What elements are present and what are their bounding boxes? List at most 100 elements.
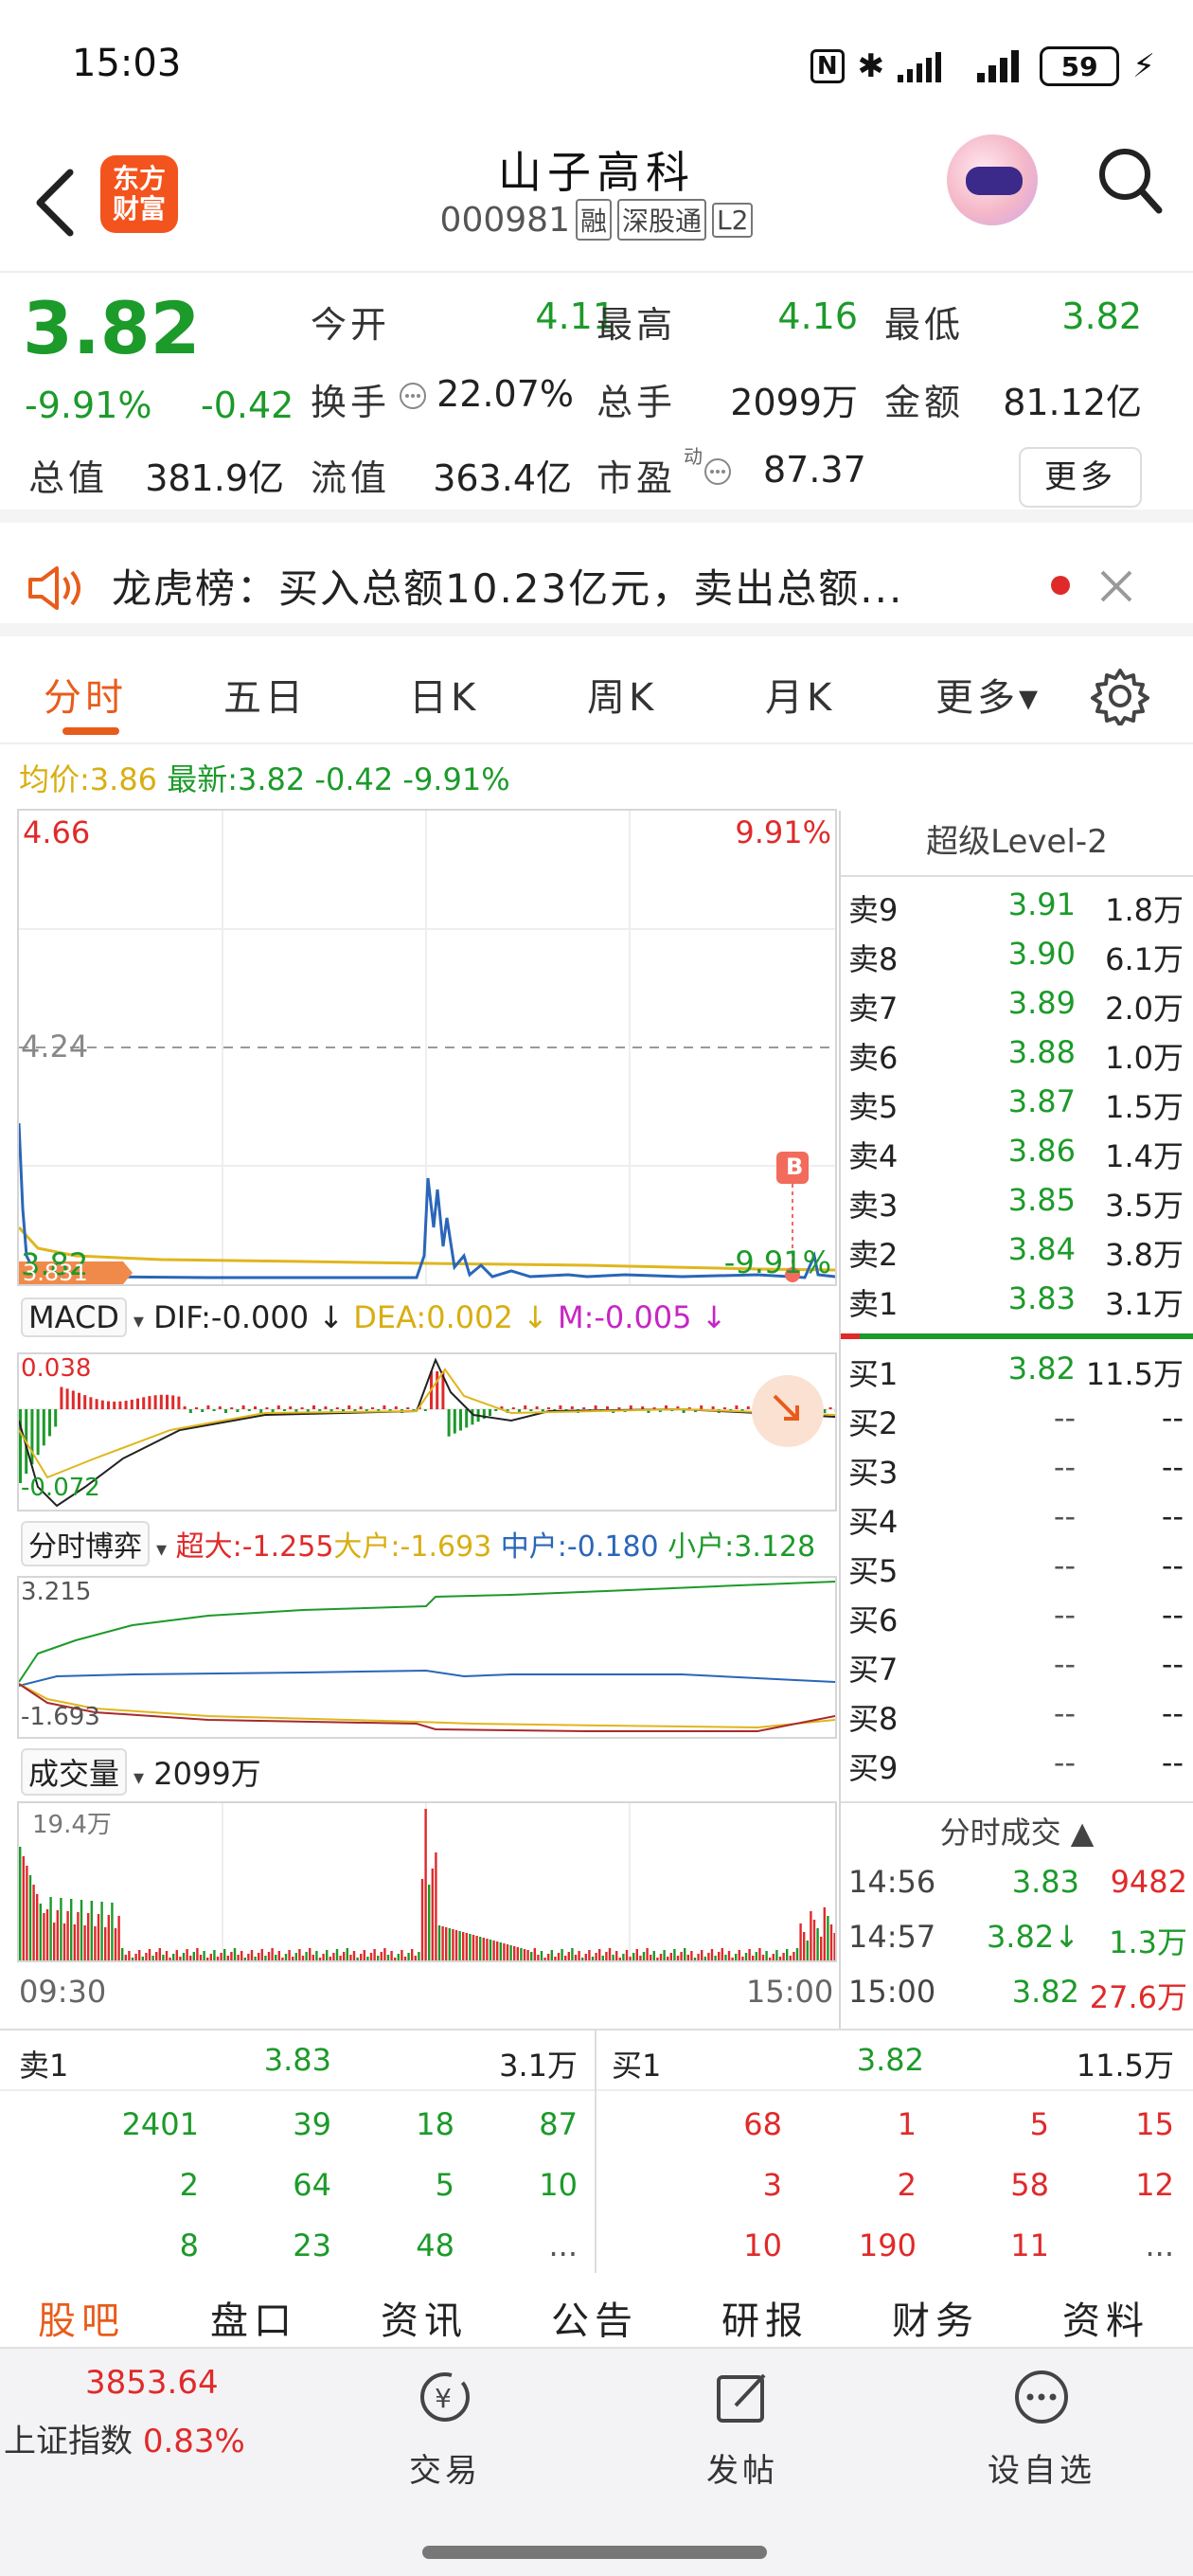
tab-guba[interactable]: 股吧 bbox=[38, 2290, 125, 2345]
bid-row[interactable]: 买7 -- -- bbox=[841, 1646, 1193, 1695]
volume-bar bbox=[550, 1950, 553, 1960]
ask-row[interactable]: 卖2 3.84 3.8万 bbox=[841, 1231, 1193, 1280]
bid-row[interactable]: 买4 -- -- bbox=[841, 1498, 1193, 1547]
nav-post[interactable]: 发帖 bbox=[667, 2368, 818, 2491]
trade-row: 14:56 3.83 9482 bbox=[841, 1864, 1193, 1913]
volume-bar bbox=[537, 1955, 540, 1960]
nav-post-label: 发帖 bbox=[706, 2452, 778, 2490]
ask-row[interactable]: 卖4 3.86 1.4万 bbox=[841, 1133, 1193, 1182]
tab-more[interactable]: 更多▾ bbox=[935, 667, 1042, 722]
tab-research[interactable]: 研报 bbox=[721, 2290, 809, 2345]
volume-chart[interactable]: 19.4万 bbox=[17, 1801, 837, 1962]
gear-icon[interactable] bbox=[1091, 667, 1149, 725]
tab-intraday[interactable]: 分时 bbox=[44, 667, 127, 722]
home-indicator[interactable] bbox=[422, 2546, 767, 2559]
bid-row[interactable]: 买9 -- -- bbox=[841, 1744, 1193, 1794]
volume-bar bbox=[49, 1897, 52, 1960]
ask-row[interactable]: 卖7 3.89 2.0万 bbox=[841, 985, 1193, 1034]
volume-bar bbox=[271, 1948, 274, 1960]
buy-queue-cell: 10 bbox=[743, 2227, 782, 2263]
macd-chart[interactable]: 0.038 -0.072 bbox=[17, 1352, 837, 1512]
macd-bar bbox=[177, 1396, 181, 1409]
ask-label: 卖7 bbox=[848, 991, 899, 1027]
start-time: 09:30 bbox=[19, 1974, 107, 2010]
more-button[interactable]: 更多 bbox=[1019, 447, 1142, 508]
tab-daily[interactable]: 日K bbox=[409, 667, 479, 722]
bid-row[interactable]: 买2 -- -- bbox=[841, 1400, 1193, 1449]
tab-pankou[interactable]: 盘口 bbox=[210, 2290, 297, 2345]
level2-title[interactable]: 超级Level-2 bbox=[841, 811, 1193, 877]
volume-bar bbox=[19, 1847, 22, 1960]
volume-bar bbox=[795, 1948, 799, 1960]
index-ticker[interactable]: 上证指数 0.83% bbox=[4, 2415, 245, 2461]
volume-bar bbox=[62, 1923, 66, 1960]
ask-price: 3.84 bbox=[1007, 1231, 1076, 1267]
tab-weekly[interactable]: 周K bbox=[587, 667, 657, 722]
volume-value: 2099万 bbox=[730, 382, 858, 423]
volume-bar bbox=[608, 1948, 612, 1960]
macd-selector[interactable]: MACD bbox=[21, 1297, 127, 1337]
volume-bar bbox=[437, 1925, 441, 1960]
ask-row[interactable]: 卖8 3.90 6.1万 bbox=[841, 936, 1193, 985]
volume-bar bbox=[305, 1952, 308, 1960]
tab-profile[interactable]: 资料 bbox=[1062, 2290, 1149, 2345]
index-value[interactable]: 3853.64 bbox=[85, 2364, 219, 2402]
ask-row[interactable]: 卖1 3.83 3.1万 bbox=[841, 1280, 1193, 1330]
pe-info-icon[interactable] bbox=[703, 456, 733, 487]
nav-trade[interactable]: ¥ 交易 bbox=[369, 2368, 521, 2491]
fund-flow-chart[interactable]: 3.215 -1.693 bbox=[17, 1576, 837, 1739]
macd-bar bbox=[118, 1401, 122, 1409]
tab-news[interactable]: 资讯 bbox=[381, 2290, 468, 2345]
macd-bar bbox=[459, 1409, 462, 1431]
search-icon[interactable] bbox=[1096, 146, 1163, 216]
ask-row[interactable]: 卖5 3.87 1.5万 bbox=[841, 1083, 1193, 1133]
trades-title[interactable]: 分时成交 ▲ bbox=[841, 1809, 1193, 1852]
bid-row[interactable]: 买8 -- -- bbox=[841, 1695, 1193, 1744]
ask-row[interactable]: 卖9 3.91 1.8万 bbox=[841, 886, 1193, 936]
volume-bar bbox=[652, 1951, 655, 1960]
ask-price: 3.90 bbox=[1007, 936, 1076, 972]
volume-bar bbox=[561, 1949, 563, 1960]
news-text: 龙虎榜：买入总额10.23亿元，卖出总额... bbox=[112, 565, 904, 612]
bid-row[interactable]: 买1 3.82 11.5万 bbox=[841, 1351, 1193, 1400]
volume-bar bbox=[73, 1924, 76, 1960]
bid-label: 买9 bbox=[848, 1750, 899, 1786]
bid-row[interactable]: 买5 -- -- bbox=[841, 1547, 1193, 1597]
robot-avatar[interactable] bbox=[947, 134, 1038, 225]
bid-label: 买6 bbox=[848, 1602, 899, 1638]
tab-announcements[interactable]: 公告 bbox=[551, 2290, 638, 2345]
battery-icon: 59 bbox=[1040, 46, 1120, 86]
fund-super: 超大:-1.255 bbox=[175, 1530, 334, 1564]
volume-bar bbox=[812, 1920, 816, 1960]
tab-five-day[interactable]: 五日 bbox=[223, 667, 307, 722]
ask-label: 卖4 bbox=[848, 1138, 899, 1174]
nav-add-watchlist[interactable]: 设自选 bbox=[966, 2368, 1117, 2491]
fund-flow-selector[interactable]: 分时博弈 bbox=[21, 1521, 150, 1566]
ask-row[interactable]: 卖3 3.85 3.5万 bbox=[841, 1182, 1193, 1231]
volume-bar bbox=[349, 1955, 352, 1960]
buy-queue-cell: 190 bbox=[858, 2227, 917, 2263]
tab-finance[interactable]: 财务 bbox=[892, 2290, 979, 2345]
buy-signal-marker[interactable]: B bbox=[786, 1154, 803, 1180]
volume-bar bbox=[352, 1951, 356, 1960]
volume-selector[interactable]: 成交量 bbox=[21, 1748, 128, 1796]
price-chart[interactable]: 4.66 9.91% 4.24 3.82 -9.91% 3.831 B bbox=[17, 809, 837, 1286]
bid-row[interactable]: 买6 -- -- bbox=[841, 1597, 1193, 1646]
macd-bar bbox=[735, 1405, 739, 1409]
volume-bar bbox=[806, 1941, 809, 1960]
info-tabs: 股吧 盘口 资讯 公告 研报 财务 资料 bbox=[0, 2284, 1193, 2351]
ask-label: 卖8 bbox=[848, 941, 899, 977]
tab-monthly[interactable]: 月K bbox=[765, 667, 835, 722]
volume-bar bbox=[496, 1941, 499, 1960]
volume-max-label: 19.4万 bbox=[32, 1811, 112, 1839]
macd-bar bbox=[107, 1401, 110, 1409]
close-icon[interactable] bbox=[1098, 568, 1134, 604]
ask-row[interactable]: 卖6 3.88 1.0万 bbox=[841, 1034, 1193, 1083]
news-banner[interactable]: 龙虎榜：买入总额10.23亿元，卖出总额... bbox=[0, 536, 1193, 636]
bid-row[interactable]: 买3 -- -- bbox=[841, 1449, 1193, 1498]
volume-bar bbox=[724, 1955, 727, 1960]
volume-bar bbox=[407, 1953, 410, 1960]
volume-bar bbox=[465, 1933, 468, 1960]
volume-bar bbox=[701, 1950, 703, 1960]
volume-bar bbox=[258, 1953, 260, 1960]
